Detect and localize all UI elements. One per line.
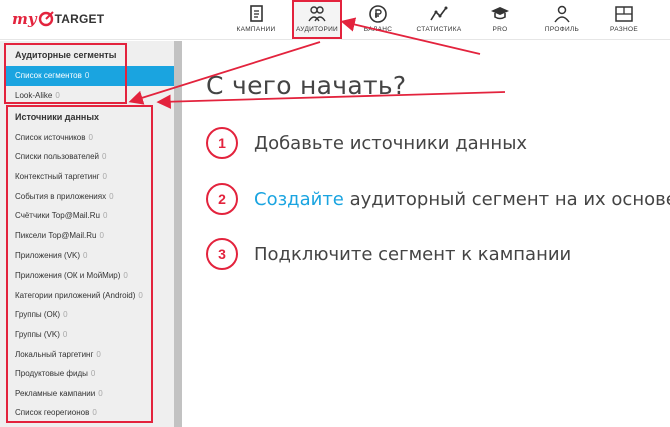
sidebar-item-user-lists[interactable]: Списки пользователей 0 — [15, 152, 106, 161]
step-text-rest: аудиторный сегмент на их основе — [343, 188, 670, 210]
sidebar-item-georegions-list[interactable]: Список георегионов 0 — [15, 408, 97, 417]
sidebar-item-look-alike[interactable]: Look-Alike 0 — [15, 91, 60, 100]
sidebar-item-label: Контекстный таргетинг — [15, 172, 100, 181]
sidebar-item-count: 0 — [88, 133, 93, 142]
sidebar-item-app-categories-android[interactable]: Категории приложений (Android) 0 — [15, 291, 143, 300]
sidebar-item-count: 0 — [63, 310, 68, 319]
sidebar-item-label: Список сегментов — [15, 71, 82, 80]
sidebar-item-label: Списки пользователей — [15, 152, 100, 161]
sidebar-item-label: События в приложениях — [15, 192, 107, 201]
sidebar-item-apps-ok-mymir[interactable]: Приложения (ОК и МойМир) 0 — [15, 271, 128, 280]
sidebar-item-label: Приложения (VK) — [15, 251, 81, 260]
sidebar-item-ad-campaigns[interactable]: Рекламные кампании 0 — [15, 389, 103, 398]
sidebar-item-count: 0 — [90, 369, 96, 378]
step-number-badge: 1 — [206, 127, 238, 159]
step-1: 1 Добавьте источники данных — [206, 126, 527, 160]
mytarget-logo[interactable]: my TARGET — [12, 7, 104, 31]
sidebar-item-groups-vk[interactable]: Группы (VK) 0 — [15, 330, 67, 339]
nav-statistics[interactable]: СТАТИСТИКА — [414, 0, 464, 40]
sidebar-item-label: Список георегионов — [15, 408, 90, 417]
step-2: 2 Создайте аудиторный сегмент на их осно… — [206, 182, 670, 216]
sidebar-item-local-targeting[interactable]: Локальный таргетинг 0 — [15, 350, 101, 359]
sidebar-item-context-targeting[interactable]: Контекстный таргетинг 0 — [15, 172, 107, 181]
nav-pro[interactable]: PRO — [485, 0, 515, 40]
sidebar-item-segments-list-text[interactable]: Список сегментов 0 — [15, 71, 89, 80]
nav-audiences[interactable]: АУДИТОРИИ — [293, 0, 341, 40]
logo-prefix: my — [12, 10, 37, 28]
nav-campaigns[interactable]: КАМПАНИИ — [230, 0, 282, 40]
sidebar-item-count: 0 — [98, 389, 103, 398]
step-text: Создайте аудиторный сегмент на их основе — [254, 189, 670, 210]
nav-pro-label: PRO — [492, 26, 508, 33]
profile-icon — [554, 5, 570, 23]
audiences-icon — [308, 6, 326, 22]
sidebar-item-count: 0 — [102, 152, 107, 161]
nav-audiences-label: АУДИТОРИИ — [295, 26, 339, 33]
sidebar-item-product-feeds[interactable]: Продуктовые фиды 0 — [15, 369, 95, 378]
sidebar-item-label: Look-Alike — [15, 91, 53, 100]
page-title: С чего начать? — [206, 71, 407, 100]
ruble-icon — [369, 5, 387, 23]
sidebar-item-label: Список источников — [15, 133, 86, 142]
sidebar-item-count: 0 — [138, 291, 143, 300]
sidebar-item-label: Категории приложений (Android) — [15, 291, 136, 300]
stats-icon — [430, 6, 448, 21]
sidebar-item-sources-list[interactable]: Список источников 0 — [15, 133, 93, 142]
sidebar-item-count: 0 — [109, 192, 114, 201]
sidebar-item-count: 0 — [83, 251, 88, 260]
nav-campaigns-label: КАМПАНИИ — [236, 26, 276, 33]
logo-target-ring-icon — [38, 11, 54, 27]
sidebar-item-count: 0 — [99, 231, 104, 240]
nav-balance[interactable]: БАЛАНС — [358, 0, 398, 40]
sidebar-item-apps-vk[interactable]: Приложения (VK) 0 — [15, 251, 87, 260]
step-text: Добавьте источники данных — [254, 132, 528, 154]
sidebar-item-groups-ok[interactable]: Группы (ОК) 0 — [15, 310, 68, 319]
nav-balance-label: БАЛАНС — [363, 26, 393, 33]
audience-segments-heading: Аудиторные сегменты — [15, 50, 117, 60]
nav-statistics-label: СТАТИСТИКА — [416, 26, 462, 33]
step-number-badge: 2 — [206, 183, 238, 215]
sidebar-item-count: 0 — [62, 330, 68, 339]
graduation-cap-icon — [491, 7, 509, 20]
sidebar-item-count: 0 — [102, 172, 107, 181]
sidebar-scrollbar[interactable] — [174, 41, 182, 427]
sidebar-item-label: Рекламные кампании — [15, 389, 96, 398]
sidebar-scrollbar-thumb[interactable] — [174, 41, 182, 427]
sidebar-item-count: 0 — [84, 71, 90, 80]
nav-misc-label: РАЗНОЕ — [610, 26, 638, 33]
campaigns-icon — [250, 5, 263, 22]
sidebar-item-count: 0 — [102, 211, 108, 220]
step-3: 3 Подключите сегмент к кампании — [206, 237, 571, 271]
data-sources-heading: Источники данных — [15, 112, 100, 122]
sidebar-item-top-mail-counters[interactable]: Счётчики Top@Mail.Ru 0 — [15, 211, 107, 220]
top-header: my TARGET КАМПАНИИ АУДИТОРИИ БАЛАНС СТАТ… — [0, 0, 670, 40]
misc-icon — [615, 6, 633, 22]
step-text: Подключите сегмент к кампании — [254, 243, 572, 265]
sidebar-item-label: Счётчики Top@Mail.Ru — [15, 211, 100, 220]
sidebar-item-count: 0 — [55, 91, 60, 100]
sidebar-item-label: Пиксели Top@Mail.Ru — [15, 231, 97, 240]
sidebar-item-count: 0 — [123, 271, 128, 280]
sidebar-item-label: Группы (VK) — [15, 330, 60, 339]
sidebar-item-label: Продуктовые фиды — [15, 369, 88, 378]
sidebar-item-top-mail-pixels[interactable]: Пиксели Top@Mail.Ru 0 — [15, 231, 104, 240]
nav-misc[interactable]: РАЗНОЕ — [606, 0, 642, 40]
sidebar-item-count: 0 — [92, 408, 97, 417]
sidebar-item-app-events[interactable]: События в приложениях 0 — [15, 192, 114, 201]
sidebar-item-count: 0 — [96, 350, 101, 359]
sidebar-item-label: Группы (ОК) — [15, 310, 61, 319]
logo-name: TARGET — [54, 12, 105, 26]
nav-profile-label: ПРОФИЛЬ — [544, 26, 580, 33]
step-number-badge: 3 — [206, 238, 238, 270]
nav-profile[interactable]: ПРОФИЛЬ — [540, 0, 584, 40]
sidebar-item-label: Приложения (ОК и МойМир) — [15, 271, 121, 280]
create-segment-link[interactable]: Создайте — [254, 189, 344, 210]
sidebar-item-label: Локальный таргетинг — [15, 350, 94, 359]
